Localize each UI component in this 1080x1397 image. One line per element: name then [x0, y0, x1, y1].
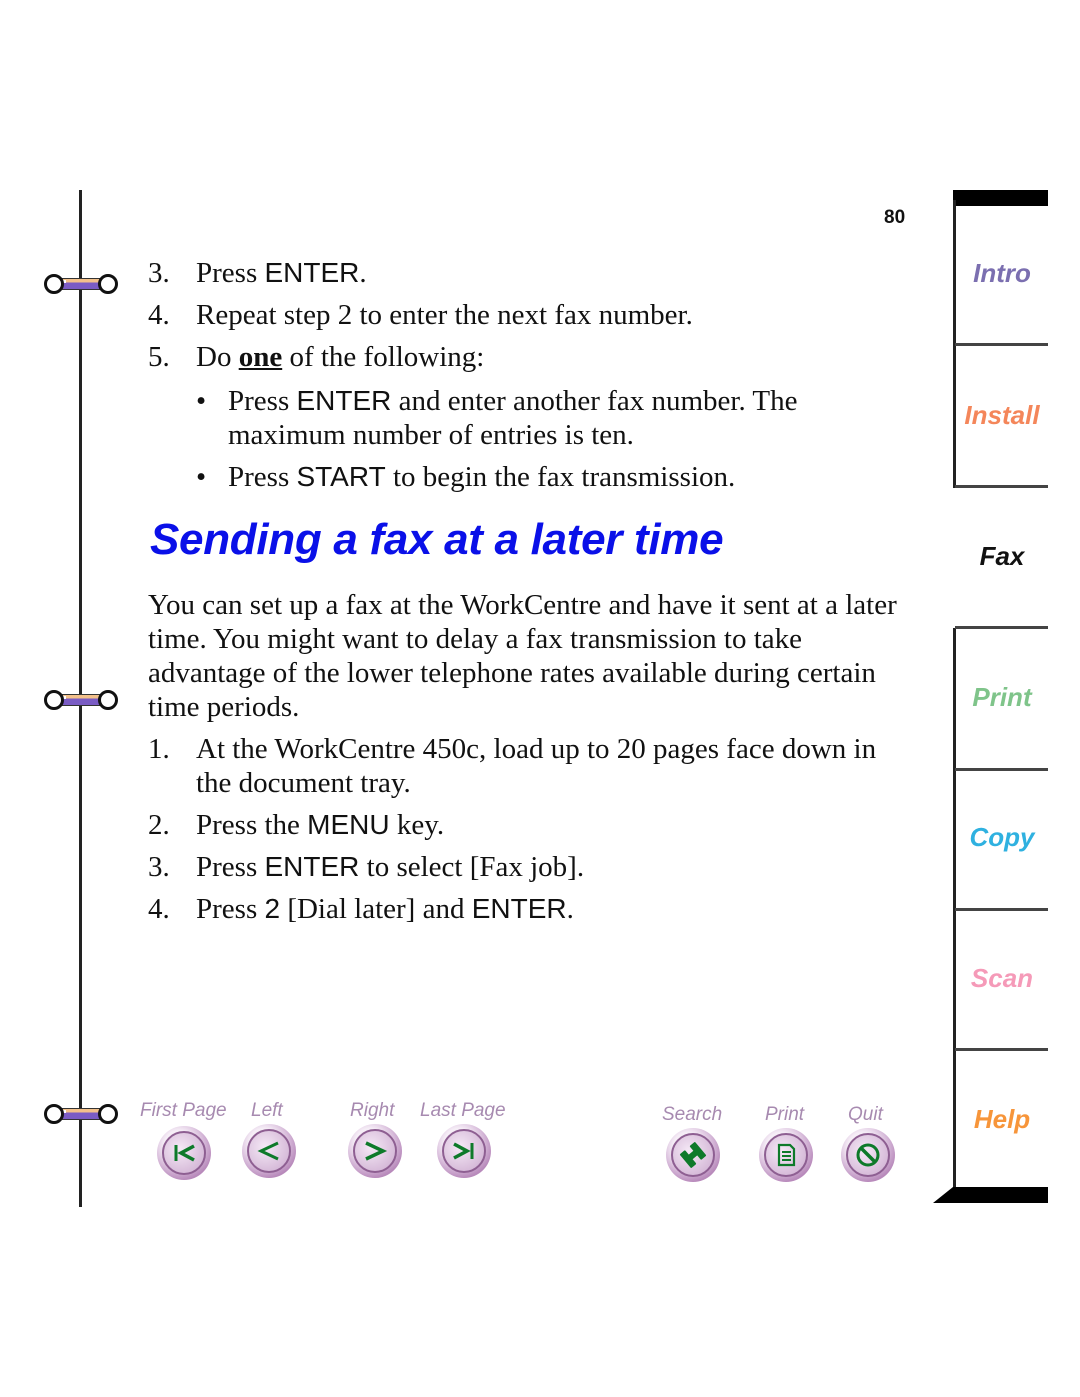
tab-help[interactable]: Help — [956, 1104, 1048, 1135]
last-page-icon — [453, 1142, 474, 1160]
first-page-icon — [174, 1144, 195, 1162]
text-run: . — [566, 893, 574, 925]
text-run: [Dial later] and — [280, 893, 472, 925]
last-page-label: Last Page — [420, 1100, 506, 1121]
step-number: 3. — [148, 257, 170, 289]
key-name: ENTER — [264, 257, 360, 288]
tab-scan[interactable]: Scan — [956, 963, 1048, 994]
text-run: Press — [228, 385, 297, 417]
step-text: Press the MENU key. — [196, 808, 888, 842]
section-heading: Sending a fax at a later time — [150, 515, 724, 564]
tab-strip-top-bar — [953, 190, 1048, 206]
bullet-icon: • — [196, 461, 207, 493]
text-run: Repeat step 2 to enter the next fax numb… — [196, 299, 693, 331]
tab-fax[interactable]: Fax — [956, 541, 1048, 572]
print-label: Print — [765, 1104, 805, 1125]
step-text: Press ENTER. — [196, 252, 908, 294]
left-button[interactable] — [242, 1124, 296, 1178]
step-text: Repeat step 2 to enter the next fax numb… — [196, 294, 908, 336]
procedure-steps: 1. At the WorkCentre 450c, load up to 20 … — [148, 732, 888, 934]
key-name: ENTER — [264, 851, 360, 882]
text-run: Do — [196, 341, 239, 373]
right-button[interactable] — [348, 1124, 402, 1178]
text-run: to begin the fax transmission. — [385, 461, 736, 493]
quit-button[interactable] — [841, 1128, 895, 1182]
key-name: MENU — [307, 809, 390, 840]
quit-label: Quit — [848, 1104, 883, 1125]
step-item: 5. Do one of the following: — [148, 336, 908, 378]
key-name: ENTER — [471, 893, 567, 924]
bullet-text: Press ENTER and enter another fax number… — [228, 384, 908, 452]
step-item: 1. At the WorkCentre 450c, load up to 20 … — [148, 732, 888, 800]
text-run: key. — [389, 809, 445, 841]
step-text: Press 2 [Dial later] and ENTER. — [196, 892, 888, 926]
text-run: Press the — [196, 809, 308, 841]
search-button[interactable] — [666, 1128, 720, 1182]
step-item: 4. Repeat step 2 to enter the next fax nu… — [148, 294, 908, 336]
text-run: of the following: — [282, 341, 485, 373]
step-text: At the WorkCentre 450c, load up to 20 pa… — [196, 732, 888, 800]
tab-install[interactable]: Install — [956, 400, 1048, 431]
step-number: 2. — [148, 809, 170, 841]
left-arrow-icon — [257, 1141, 279, 1161]
step-item: 3. Press ENTER to select [Fax job]. — [148, 850, 888, 884]
text-run: Press — [196, 893, 265, 925]
text-run: to select [Fax job]. — [359, 851, 585, 883]
page-number: 80 — [884, 207, 906, 228]
text-run: Press — [196, 851, 265, 883]
last-page-button[interactable] — [437, 1124, 491, 1178]
binder-ring — [44, 690, 118, 710]
emphasis: one — [238, 341, 283, 373]
step-item: 2. Press the MENU key. — [148, 808, 888, 842]
first-page-button[interactable] — [157, 1126, 211, 1180]
text-run: Press — [196, 257, 265, 289]
tab-print[interactable]: Print — [956, 682, 1048, 713]
step-number: 4. — [148, 299, 170, 331]
tab-intro[interactable]: Intro — [956, 258, 1048, 289]
step-text: Press ENTER to select [Fax job]. — [196, 850, 888, 884]
intro-paragraph: You can set up a fax at the WorkCentre a… — [148, 589, 897, 723]
search-label: Search — [662, 1104, 723, 1125]
key-name: START — [296, 461, 386, 492]
step-number: 3. — [148, 851, 170, 883]
step-item: 4. Press 2 [Dial later] and ENTER. — [148, 892, 888, 926]
text-run: . — [359, 257, 367, 289]
bullet-item: • Press ENTER and enter another fax numbe… — [196, 384, 908, 452]
section-tabs: Intro Install Fax Print Copy Scan Help — [933, 190, 1048, 1206]
step-number: 4. — [148, 893, 170, 925]
key-name: ENTER — [296, 385, 392, 416]
bullet-icon: • — [196, 385, 207, 417]
prohibited-icon — [856, 1143, 880, 1167]
tab-copy[interactable]: Copy — [956, 822, 1048, 853]
binoculars-icon — [679, 1142, 707, 1168]
step-item: 3. Press ENTER. — [148, 252, 908, 294]
left-label: Left — [251, 1100, 283, 1121]
right-label: Right — [350, 1100, 395, 1121]
step-text: Do one of the following: — [196, 336, 908, 378]
text-run: At the WorkCentre 450c, load up to 20 pa… — [196, 733, 877, 799]
first-page-label: First Page — [140, 1100, 227, 1121]
document-icon — [777, 1143, 796, 1167]
binder-ring — [44, 274, 118, 294]
continued-steps: 3. Press ENTER. 4. Repeat step 2 to enter t… — [148, 252, 908, 502]
bullet-item: • Press START to begin the fax transmissi… — [196, 460, 908, 494]
binder-ring — [44, 1104, 118, 1124]
step-number: 5. — [148, 341, 170, 373]
text-run: Press — [228, 461, 297, 493]
bullet-text: Press START to begin the fax transmissio… — [228, 460, 735, 494]
key-name: 2 — [264, 893, 281, 924]
tab-strip-bottom-bar — [933, 1187, 1048, 1203]
right-arrow-icon — [365, 1141, 388, 1161]
print-button[interactable] — [759, 1128, 813, 1182]
step-number: 1. — [148, 733, 170, 765]
